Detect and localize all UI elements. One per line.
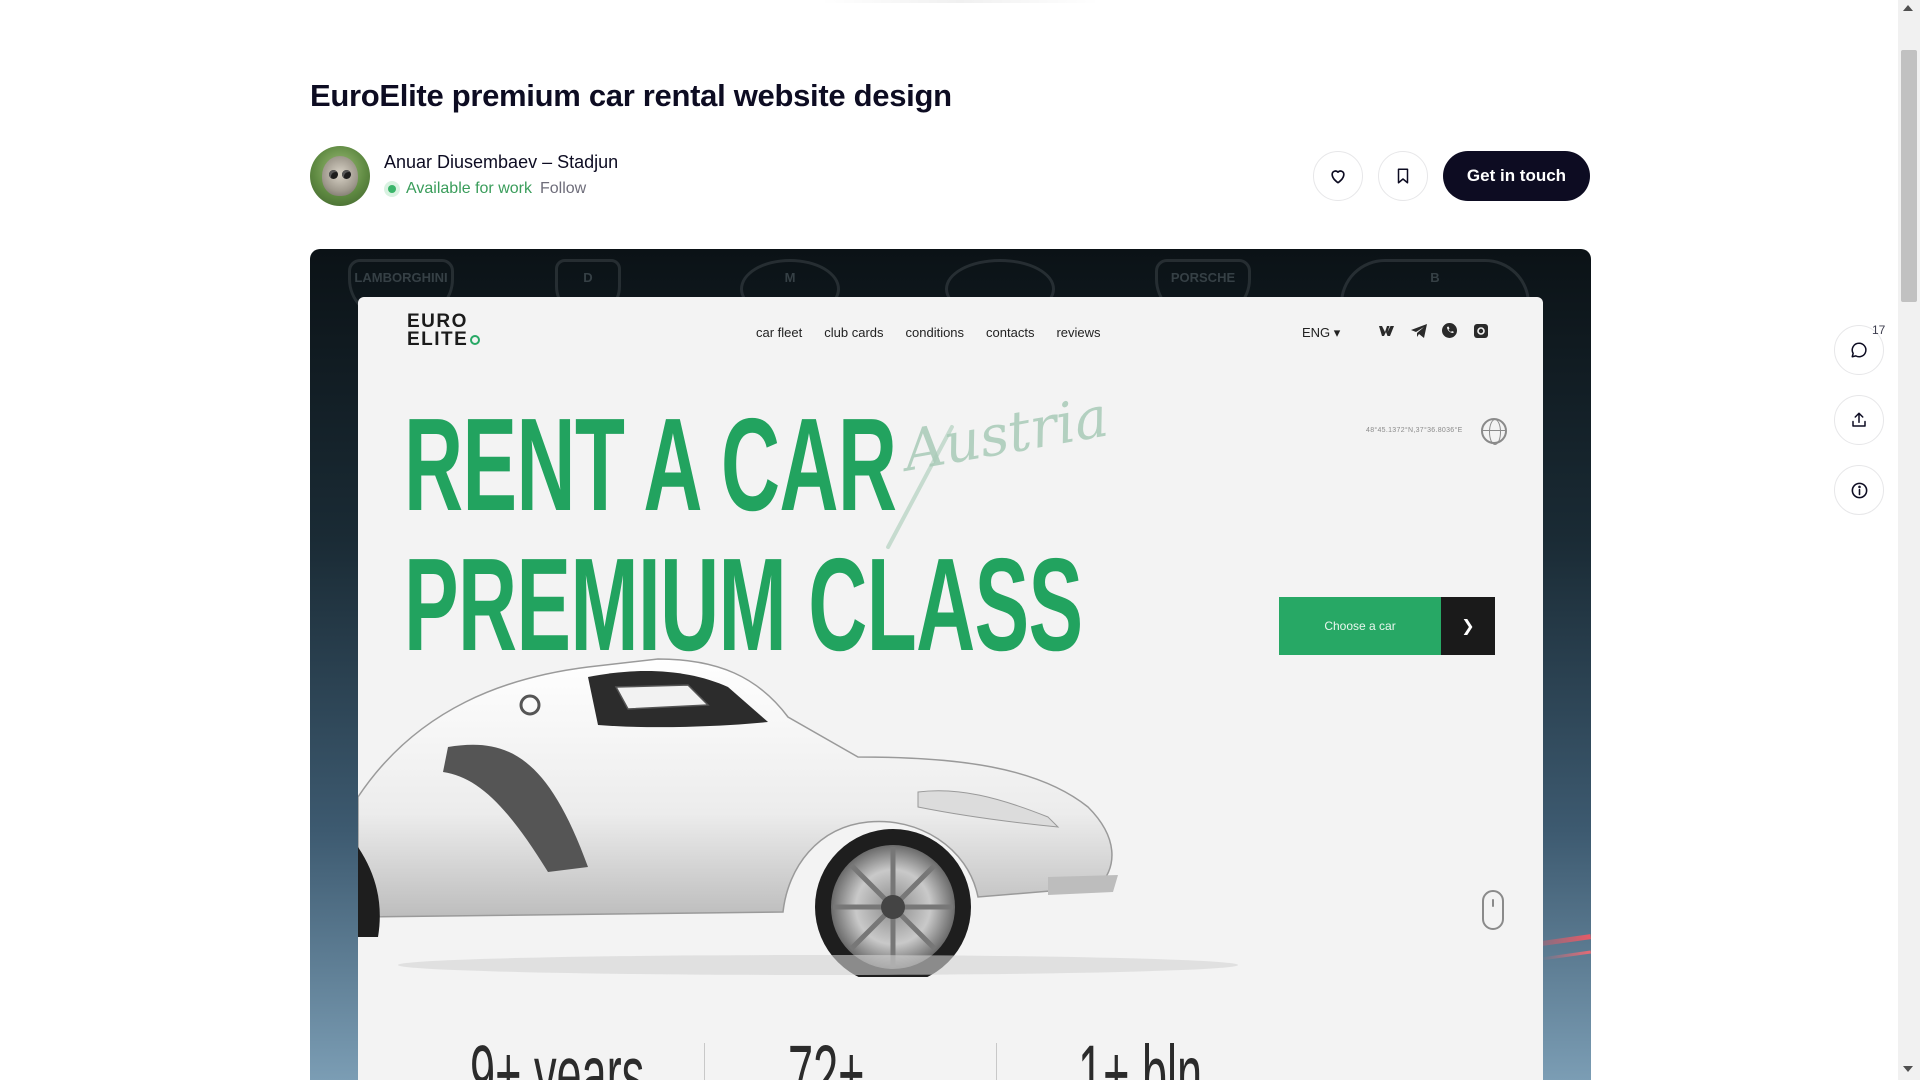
avatar-eye-right [342,170,351,179]
shot-preview-image[interactable]: LAMBORGHINI D M PORSCHE B EURO ELITE car… [310,249,1591,1080]
follow-button[interactable]: Follow [540,180,586,198]
mockup-nav: car fleet club cards conditions contacts… [756,325,1101,340]
language-selector: ENG ▾ [1302,325,1341,340]
scrollbar-thumb[interactable] [1901,50,1917,302]
comments-count: 17 [1872,323,1886,337]
share-button[interactable] [1834,395,1884,445]
scroll-down-arrow-icon[interactable] [1903,1066,1913,1072]
whatsapp-icon [1440,321,1459,340]
hero-headline-line-1: RENT A CAR [404,391,897,538]
nav-car-fleet: car fleet [756,325,803,340]
stat-divider-1 [704,1043,705,1080]
avatar-seal-face [322,156,358,196]
availability-dot-icon [384,181,400,197]
top-fade-divider [820,0,1100,3]
mockup-website: EURO ELITE car fleet club cards conditio… [358,297,1543,1080]
save-button[interactable] [1378,151,1428,201]
chevron-right-icon: ❯ [1441,597,1495,655]
scroll-up-arrow-icon[interactable] [1903,5,1913,11]
get-in-touch-button[interactable]: Get in touch [1443,151,1590,201]
availability-badge[interactable]: Available for work [384,180,532,198]
nav-club-cards: club cards [824,325,884,340]
nav-reviews: reviews [1056,325,1101,340]
share-icon [1852,412,1866,427]
white-supercar-image [358,658,1238,977]
details-button[interactable] [1834,465,1884,515]
comment-icon [1851,342,1867,358]
stat-count: 72+ [788,1029,865,1080]
instagram-icon [1471,321,1490,340]
stat-billion: 1+ bln. [1078,1029,1215,1080]
scroll-mouse-icon [1482,890,1504,930]
avatar-eye-left [329,170,338,179]
logo-line-2: ELITE [407,329,469,350]
social-links [1378,321,1490,340]
info-icon [1851,482,1867,498]
globe-icon [1481,418,1507,445]
shot-title: EuroElite premium car rental website des… [310,78,952,113]
vk-icon [1378,321,1397,340]
author-avatar[interactable] [310,146,370,206]
bookmark-icon [1397,168,1409,184]
red-light-streak-2 [1541,950,1591,961]
stat-years: 9+ years [470,1029,645,1080]
nav-conditions: conditions [905,325,965,340]
telegram-icon [1409,321,1428,340]
author-name[interactable]: Anuar Diusembaev – Stadjun [384,152,618,173]
availability-label: Available for work [406,180,532,197]
euroelite-logo: EURO ELITE [407,312,481,350]
script-austria: Austria [898,384,1113,485]
logo-mark-icon [470,334,481,345]
heart-icon [1331,170,1345,184]
coordinates-text: 48°45.1372°N,37°36.8036°E [1366,427,1463,434]
nav-contacts: contacts [986,325,1035,340]
stat-divider-2 [996,1043,997,1080]
choose-a-car-button: Choose a car ❯ [1279,597,1495,655]
choose-a-car-label: Choose a car [1279,597,1441,655]
like-button[interactable] [1313,151,1363,201]
